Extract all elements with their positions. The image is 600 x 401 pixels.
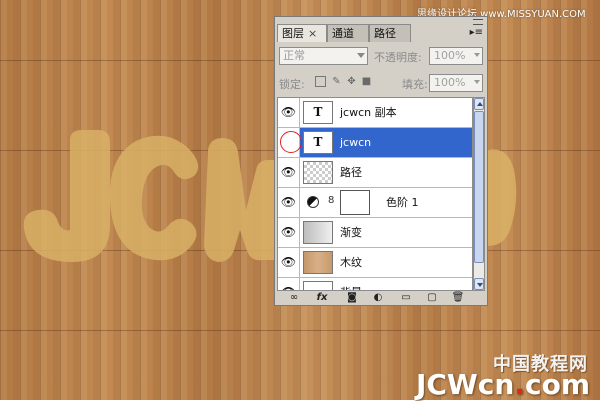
layer-wood[interactable]: 👁 木纹: [278, 248, 472, 278]
blend-row: 正常 不透明度: 100%: [279, 46, 483, 68]
layer-thumbnail: [303, 251, 333, 274]
link-icon: 8: [328, 195, 335, 206]
layer-gradient[interactable]: 👁 渐变: [278, 218, 472, 248]
eye-icon[interactable]: 👁: [278, 248, 300, 277]
layer-name: jcwcn: [340, 136, 372, 149]
add-mask-icon[interactable]: ◙: [345, 292, 359, 304]
highlight-circle: [280, 131, 302, 153]
eye-icon[interactable]: 👁: [278, 158, 300, 187]
panel-menu-icon[interactable]: ▸≡: [470, 27, 483, 38]
layer-jcwcn-copy[interactable]: 👁 T jcwcn 副本: [278, 98, 472, 128]
close-icon[interactable]: ×: [308, 27, 317, 40]
lock-transparency-icon[interactable]: [315, 76, 326, 87]
watermark-bottom: 中国教程网 JCWcn.com: [400, 350, 596, 401]
layer-thumbnail: [303, 161, 333, 184]
watermark-logo: JCWcn.com: [416, 368, 590, 401]
panel-tabs: 图层 × 通道 路径: [277, 23, 485, 43]
scroll-up-arrow-icon[interactable]: [474, 98, 484, 110]
layers-scrollbar[interactable]: [473, 97, 485, 291]
lock-all-icon[interactable]: ■: [361, 76, 372, 87]
eye-icon[interactable]: 👁: [278, 218, 300, 247]
chevron-down-icon: [474, 53, 480, 57]
layer-name: 木纹: [340, 256, 362, 269]
blend-mode-value: 正常: [283, 49, 305, 62]
layers-list: 👁 T jcwcn 副本 T jcwcn 👁 路径 👁 8 色阶 1 👁 渐变: [277, 97, 473, 291]
layer-thumbnail: [303, 221, 333, 244]
chevron-down-icon: [357, 53, 365, 58]
scroll-down-arrow-icon[interactable]: [474, 278, 484, 290]
lock-move-icon[interactable]: ✥: [346, 76, 357, 87]
fill-label: 填充:: [402, 78, 428, 91]
eye-icon[interactable]: 👁: [278, 278, 300, 290]
fx-icon[interactable]: fx: [315, 292, 329, 304]
new-layer-icon[interactable]: ▢: [425, 292, 439, 304]
adjustment-layer-icon: [307, 196, 319, 208]
tab-layers-label: 图层: [282, 27, 304, 40]
watermark-logo-dot: .: [514, 368, 525, 401]
tab-layers[interactable]: 图层 ×: [277, 24, 327, 42]
tab-paths[interactable]: 路径: [369, 24, 411, 42]
layer-name: 渐变: [340, 226, 362, 239]
lock-label: 锁定:: [279, 78, 305, 91]
eye-icon[interactable]: 👁: [278, 98, 300, 127]
opacity-value: 100%: [434, 49, 466, 62]
tab-paths-label: 路径: [374, 27, 396, 40]
folder-icon[interactable]: ▭: [399, 292, 413, 304]
text-layer-icon: T: [303, 131, 333, 154]
layer-thumbnail: [303, 281, 333, 290]
blend-mode-select[interactable]: 正常: [279, 47, 368, 65]
layer-name: jcwcn 副本: [340, 106, 397, 119]
fill-field[interactable]: 100%: [429, 74, 483, 92]
layer-name: 路径: [340, 166, 362, 179]
fill-value: 100%: [434, 76, 466, 89]
watermark-logo-b: com: [524, 368, 590, 401]
text-layer-icon: T: [303, 101, 333, 124]
visibility-toggle-empty[interactable]: [278, 128, 302, 157]
tab-channels-label: 通道: [332, 27, 354, 40]
link-layers-icon[interactable]: ∞: [287, 292, 301, 304]
opacity-label: 不透明度:: [374, 51, 422, 64]
eye-icon[interactable]: 👁: [278, 188, 300, 217]
layer-levels[interactable]: 👁 8 色阶 1: [278, 188, 472, 218]
adjustment-icon[interactable]: ◐: [371, 292, 385, 304]
layer-jcwcn[interactable]: T jcwcn: [278, 128, 472, 158]
layers-panel: 图层 × 通道 路径 ▸≡ 正常 不透明度: 100% 锁定: ✎ ✥ ■ 填充:…: [274, 16, 488, 306]
opacity-field[interactable]: 100%: [429, 47, 483, 65]
panel-footer: ∞ fx ◙ ◐ ▭ ▢ 🗑: [277, 292, 485, 304]
scroll-thumb[interactable]: [474, 111, 484, 263]
lock-row: 锁定: ✎ ✥ ■ 填充: 100%: [279, 73, 483, 95]
layer-name: 色阶 1: [386, 196, 419, 209]
watermark-logo-a: JCWcn: [415, 368, 515, 401]
trash-icon[interactable]: 🗑: [451, 292, 465, 304]
layer-background[interactable]: 👁 背景: [278, 278, 472, 290]
lock-brush-icon[interactable]: ✎: [331, 76, 342, 87]
tab-channels[interactable]: 通道: [327, 24, 369, 42]
layer-path[interactable]: 👁 路径: [278, 158, 472, 188]
chevron-down-icon: [474, 80, 480, 84]
layer-mask-thumbnail: [340, 190, 370, 215]
layer-name: 背景: [340, 278, 362, 290]
